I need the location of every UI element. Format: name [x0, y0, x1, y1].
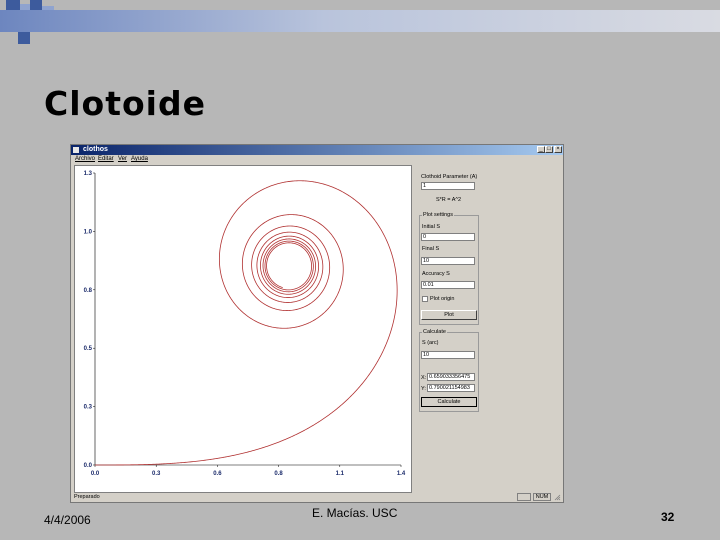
app-window: clothos _ □ × Archivo Editar Ver Ayuda 0…	[70, 144, 564, 503]
param-label: Clothoid Parameter (A)	[421, 174, 478, 180]
initial-s-label: Initial S	[422, 224, 441, 230]
y-output: 0.790021154983	[427, 384, 475, 392]
footer-author: E. Macías. USC	[312, 506, 398, 520]
calculate-title: Calculate	[422, 329, 447, 335]
minimize-button[interactable]: _	[537, 146, 545, 153]
y-label: Y:	[421, 386, 426, 392]
x-tick-label: 1.1	[336, 471, 345, 477]
y-tick-label: 1.3	[84, 171, 93, 177]
window-title: clothos	[83, 146, 108, 153]
decor-square	[6, 0, 20, 10]
calculate-button[interactable]: Calculate	[421, 397, 477, 407]
clothoid-chart: 0.0 0.3 0.6 0.8 1.1 1.4 0.0 0.3 0.5 0.8 1.0 1.3	[84, 171, 406, 477]
close-button[interactable]: ×	[554, 146, 562, 153]
x-label: X:	[421, 375, 427, 381]
final-s-input[interactable]: 10	[421, 257, 475, 265]
menu-editar[interactable]: Editar	[98, 156, 114, 162]
x-tick-label: 0.6	[213, 471, 222, 477]
formula-label: S*R = A^2	[436, 197, 462, 203]
accuracy-s-label: Accuracy S	[422, 271, 450, 277]
accuracy-s-input[interactable]: 0.01	[421, 281, 475, 289]
resize-grip-icon[interactable]	[554, 494, 561, 501]
header-bar	[0, 10, 720, 32]
menu-archivo[interactable]: Archivo	[75, 156, 95, 162]
param-input[interactable]: 1	[421, 182, 475, 190]
y-tick-label: 0.8	[84, 288, 93, 294]
slide-title: Clotoide	[44, 84, 206, 123]
y-tick-label: 0.0	[84, 463, 93, 469]
initial-s-input[interactable]: 0	[421, 233, 475, 241]
status-text: Preparado	[74, 494, 100, 500]
plot-area: 0.0 0.3 0.6 0.8 1.1 1.4 0.0 0.3 0.5 0.8 1.0 1.3	[74, 165, 412, 493]
app-icon	[73, 147, 79, 153]
plot-origin-label: Plot origin	[430, 296, 455, 302]
control-panel: Clothoid Parameter (A) 1 S*R = A^2 Plot …	[416, 165, 560, 493]
window-titlebar: clothos _ □ ×	[71, 145, 563, 155]
decor-square	[18, 32, 30, 44]
x-tick-label: 0.0	[91, 471, 100, 477]
menu-bar: Archivo Editar Ver Ayuda	[71, 155, 563, 164]
x-tick-label: 0.8	[274, 471, 283, 477]
s-arc-label: S (arc)	[422, 340, 439, 346]
clothoid-curve	[95, 180, 398, 466]
footer-date: 4/4/2006	[44, 513, 91, 527]
menu-ver[interactable]: Ver	[118, 156, 127, 162]
maximize-button[interactable]: □	[545, 146, 553, 153]
menu-ayuda[interactable]: Ayuda	[131, 156, 148, 162]
x-output: 0.659033356475	[427, 373, 475, 381]
y-tick-label: 1.0	[84, 229, 93, 235]
y-tick-label: 0.3	[84, 405, 93, 411]
final-s-label: Final S	[422, 246, 440, 252]
plot-settings-group	[419, 215, 479, 325]
page-number: 32	[661, 510, 675, 524]
x-tick-label: 0.3	[152, 471, 161, 477]
status-pane	[517, 493, 531, 501]
plot-origin-checkbox[interactable]	[422, 296, 428, 302]
y-tick-label: 0.5	[84, 346, 93, 352]
plot-settings-title: Plot settings	[422, 212, 454, 218]
plot-button[interactable]: Plot	[421, 310, 477, 320]
num-indicator: NUM	[533, 493, 551, 501]
status-bar: Preparado NUM	[71, 493, 563, 502]
x-tick-label: 1.4	[397, 471, 406, 477]
s-arc-input[interactable]: 10	[421, 351, 475, 359]
